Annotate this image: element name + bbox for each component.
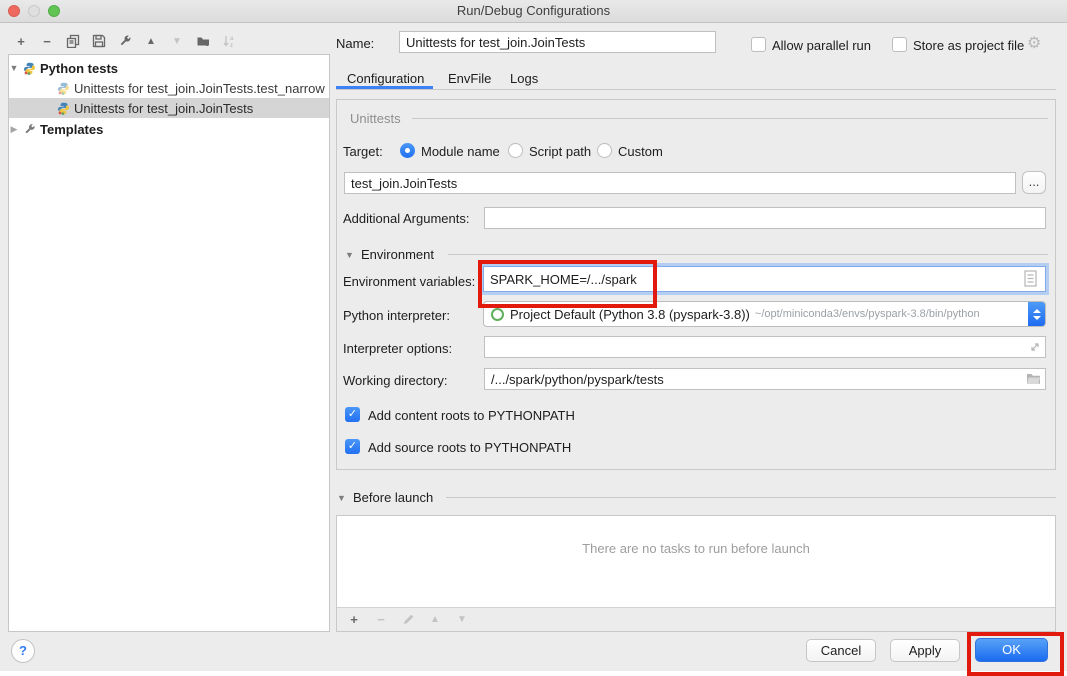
add-task-button[interactable]: + <box>346 612 362 628</box>
add-content-roots-label: Add content roots to PYTHONPATH <box>368 408 575 423</box>
python-interpreter-combo[interactable]: Project Default (Python 3.8 (pyspark-3.8… <box>483 301 1046 327</box>
add-source-roots-checkbox[interactable]: ✓ <box>345 439 360 454</box>
radio-script-path[interactable] <box>508 143 523 158</box>
interpreter-options-input[interactable] <box>484 336 1046 358</box>
conda-env-icon <box>491 308 504 321</box>
titlebar: Run/Debug Configurations <box>0 0 1067 23</box>
additional-arguments-label: Additional Arguments: <box>343 211 469 226</box>
tab-logs[interactable]: Logs <box>510 71 538 86</box>
run-debug-configurations-dialog: Run/Debug Configurations + − ▲ ▼ az ▼ Py… <box>0 0 1067 671</box>
python-interpreter-label: Python interpreter: <box>343 308 450 323</box>
chevron-right-icon[interactable]: ▶ <box>9 124 19 135</box>
environment-variables-input[interactable] <box>483 266 1046 292</box>
before-launch-section-line <box>446 497 1056 498</box>
radio-custom[interactable] <box>597 143 612 158</box>
python-interpreter-path: ~/opt/miniconda3/envs/pyspark-3.8/bin/py… <box>755 308 980 320</box>
move-up-button[interactable]: ▲ <box>143 33 159 49</box>
radio-custom-label: Custom <box>618 144 663 159</box>
name-label: Name: <box>336 36 374 51</box>
radio-module-name-label: Module name <box>421 144 500 159</box>
python-run-config-icon <box>57 102 70 115</box>
store-as-project-file-checkbox[interactable] <box>892 37 907 52</box>
tree-item-unittests-test-narrow[interactable]: Unittests for test_join.JoinTests.test_n… <box>9 78 329 98</box>
edit-templates-wrench-icon[interactable] <box>117 33 133 49</box>
help-button[interactable]: ? <box>11 639 35 663</box>
name-input[interactable] <box>399 31 716 53</box>
radio-module-name[interactable] <box>400 143 415 158</box>
store-as-project-file-label: Store as project file <box>913 38 1024 53</box>
stepper-up-icon <box>1033 309 1041 313</box>
svg-text:z: z <box>230 43 233 48</box>
tree-item-unittests-jointests[interactable]: Unittests for test_join.JoinTests <box>9 98 329 118</box>
copy-configuration-icon[interactable] <box>65 33 81 49</box>
unittests-group-line <box>412 118 1048 119</box>
target-label: Target: <box>343 144 383 159</box>
window-title: Run/Debug Configurations <box>0 3 1067 18</box>
python-tests-icon <box>23 62 36 75</box>
tree-item-python-tests[interactable]: ▼ Python tests <box>9 58 329 78</box>
expand-collapse-icon[interactable]: ▼ <box>9 63 19 73</box>
ok-button[interactable]: OK <box>975 638 1048 662</box>
before-launch-section-title: Before launch <box>353 490 433 505</box>
unittests-group-title: Unittests <box>346 111 405 126</box>
apply-button[interactable]: Apply <box>890 639 960 662</box>
tab-configuration[interactable]: Configuration <box>347 71 424 86</box>
python-interpreter-value: Project Default (Python 3.8 (pyspark-3.8… <box>510 307 750 322</box>
environment-collapse-icon[interactable]: ▼ <box>345 250 354 260</box>
environment-section-title: Environment <box>361 247 434 262</box>
environment-variables-label: Environment variables: <box>343 274 475 289</box>
configurations-toolbar: + − ▲ ▼ az <box>13 33 237 49</box>
move-down-button[interactable]: ▼ <box>169 33 185 49</box>
configurations-tree: ▼ Python tests Unittests for test_join.J… <box>8 54 330 632</box>
tree-item-label: Unittests for test_join.JoinTests <box>74 101 253 116</box>
cancel-button[interactable]: Cancel <box>806 639 876 662</box>
svg-text:a: a <box>230 36 234 42</box>
tree-item-label: Python tests <box>40 61 118 76</box>
edit-task-pencil-icon[interactable] <box>400 612 416 628</box>
store-settings-gear-icon[interactable]: ⚙ <box>1027 33 1041 53</box>
remove-configuration-button[interactable]: − <box>39 33 55 49</box>
sort-configurations-icon[interactable]: az <box>221 33 237 49</box>
templates-wrench-icon <box>23 123 36 136</box>
save-configuration-icon[interactable] <box>91 33 107 49</box>
remove-task-button[interactable]: − <box>373 612 389 628</box>
before-launch-collapse-icon[interactable]: ▼ <box>337 493 346 503</box>
radio-script-path-label: Script path <box>529 144 591 159</box>
working-directory-label: Working directory: <box>343 373 448 388</box>
active-tab-underline <box>336 86 433 89</box>
browse-folder-icon[interactable] <box>1026 372 1041 385</box>
allow-parallel-run-checkbox[interactable] <box>751 37 766 52</box>
allow-parallel-run-label: Allow parallel run <box>772 38 871 53</box>
interpreter-options-label: Interpreter options: <box>343 341 452 356</box>
add-configuration-button[interactable]: + <box>13 33 29 49</box>
tab-envfile[interactable]: EnvFile <box>448 71 491 86</box>
additional-arguments-input[interactable] <box>484 207 1046 229</box>
tree-item-label: Templates <box>40 122 103 137</box>
python-run-config-icon <box>57 82 70 95</box>
move-task-up-button[interactable]: ▲ <box>427 612 443 628</box>
tabs-divider <box>336 89 1056 90</box>
add-source-roots-label: Add source roots to PYTHONPATH <box>368 440 571 455</box>
browse-button[interactable]: ... <box>1022 171 1046 194</box>
move-task-down-button[interactable]: ▼ <box>454 612 470 628</box>
add-content-roots-checkbox[interactable]: ✓ <box>345 407 360 422</box>
stepper-down-icon <box>1033 316 1041 320</box>
environment-section-line <box>448 254 1048 255</box>
working-directory-input[interactable] <box>484 368 1046 390</box>
new-folder-icon[interactable] <box>195 33 211 49</box>
before-launch-toolbar: + − ▲ ▼ <box>337 607 1055 631</box>
expand-field-icon[interactable] <box>1029 341 1041 353</box>
combo-stepper-button[interactable] <box>1028 302 1045 326</box>
before-launch-empty-message: There are no tasks to run before launch <box>337 541 1055 556</box>
module-name-input[interactable] <box>344 172 1016 194</box>
edit-environment-variables-icon[interactable] <box>1024 270 1037 287</box>
tree-item-label: Unittests for test_join.JoinTests.test_n… <box>74 81 325 96</box>
tree-item-templates[interactable]: ▶ Templates <box>9 119 329 139</box>
